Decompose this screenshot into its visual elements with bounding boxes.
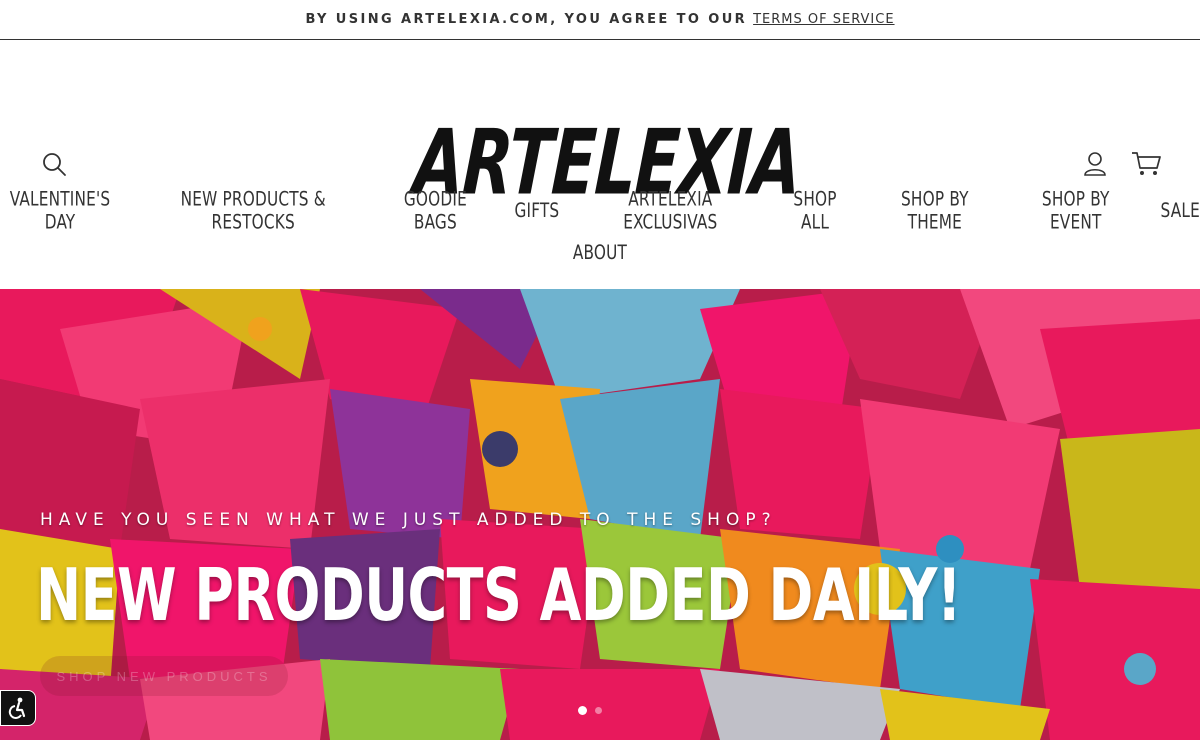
slide-dot-1[interactable] (578, 706, 587, 715)
nav-row-1: VALENTINE'S DAY NEW PRODUCTS & RESTOCKS … (0, 188, 1200, 234)
account-icon (1084, 152, 1106, 176)
accessibility-icon (8, 697, 26, 719)
nav-item-about[interactable]: ABOUT (573, 242, 627, 265)
nav-item-shop-by-event[interactable]: SHOP BY EVENT (1021, 188, 1131, 234)
hero-title: NEW PRODUCTS ADDED DAILY! (36, 554, 961, 638)
search-button[interactable] (40, 150, 68, 178)
accessibility-button[interactable] (0, 690, 36, 726)
announcement-bar: BY USING ARTELEXIA.COM, YOU AGREE TO OUR… (0, 0, 1200, 40)
nav-item-new-products-restocks[interactable]: NEW PRODUCTS & RESTOCKS (150, 188, 356, 234)
nav-item-shop-all[interactable]: SHOP ALL (781, 188, 848, 234)
account-button[interactable] (1082, 150, 1108, 178)
nav-row-2: ABOUT (0, 232, 1200, 274)
nav-item-valentines-day[interactable]: VALENTINE'S DAY (0, 188, 120, 234)
terms-of-service-link[interactable]: TERMS OF SERVICE (753, 12, 894, 27)
nav-item-sale[interactable]: SALE (1161, 200, 1200, 223)
hero-subtitle: HAVE YOU SEEN WHAT WE JUST ADDED TO THE … (40, 510, 777, 530)
site-header: ARTELEXIA VALENTINE'S DAY NEW PRODUCTS &… (0, 40, 1200, 288)
search-icon (43, 153, 66, 176)
nav-item-goodie-bags[interactable]: GOODIE BAGS (386, 188, 484, 234)
main-navigation: VALENTINE'S DAY NEW PRODUCTS & RESTOCKS … (0, 188, 1200, 274)
cart-icon (1132, 152, 1161, 175)
slideshow-dots (578, 706, 602, 715)
slide-dot-2[interactable] (595, 707, 602, 714)
nav-item-gifts[interactable]: GIFTS (514, 200, 559, 223)
announcement-text: BY USING ARTELEXIA.COM, YOU AGREE TO OUR (305, 12, 748, 27)
shop-new-products-button[interactable]: SHOP NEW PRODUCTS (40, 656, 288, 696)
nav-item-artelexia-exclusivas[interactable]: ARTELEXIA EXCLUSIVAS (589, 188, 751, 234)
cart-button[interactable] (1130, 148, 1162, 178)
nav-item-shop-by-theme[interactable]: SHOP BY THEME (879, 188, 991, 234)
